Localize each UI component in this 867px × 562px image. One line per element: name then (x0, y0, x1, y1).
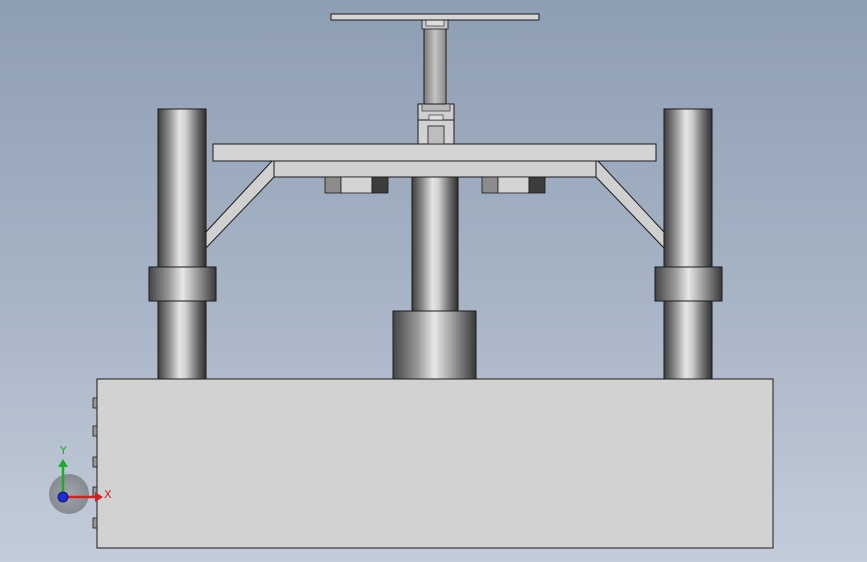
x-axis-label: X (104, 488, 112, 501)
upper-vertical-bar[interactable] (421, 19, 449, 105)
top-plate[interactable] (330, 13, 540, 21)
top-bracket[interactable] (417, 103, 455, 145)
right-slider-block[interactable] (481, 176, 546, 194)
model-view[interactable]: X Y (0, 0, 867, 562)
left-guide-column[interactable] (157, 108, 207, 380)
center-cylinder-housing[interactable] (392, 310, 477, 380)
y-axis-label: Y (59, 444, 67, 457)
right-column-collar[interactable] (654, 266, 723, 302)
platform-plate[interactable] (212, 143, 657, 162)
base-block[interactable] (96, 378, 774, 549)
z-axis-dot (57, 491, 69, 503)
left-column-collar[interactable] (148, 266, 217, 302)
base-side-tabs (92, 397, 98, 529)
left-slider-block[interactable] (324, 176, 389, 194)
cad-viewport[interactable]: X Y (0, 0, 867, 562)
right-guide-column[interactable] (663, 108, 713, 380)
center-piston-rod[interactable] (411, 176, 459, 312)
